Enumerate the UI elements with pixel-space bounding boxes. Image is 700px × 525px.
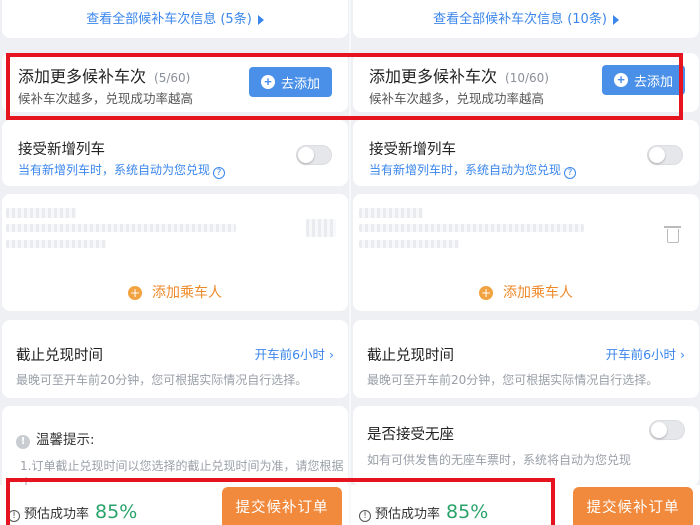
add-more-count: (10/60) (505, 71, 549, 85)
deadline-select[interactable]: 开车前6小时 › (255, 344, 334, 363)
tips-title: ! 温馨提示: (16, 428, 95, 449)
orange-plus-icon: + (128, 286, 142, 300)
add-more-title: 添加更多候补车次 (5/60) (18, 67, 191, 86)
no-seat-subtitle: 如有可供发售的无座车票时，系统将自动为您兑现 (367, 453, 632, 467)
add-more-subtitle: 候补车次越多，兑现成功率越高 (18, 91, 194, 106)
accept-new-train-subtitle: 当有新增列车时，系统自动为您兑现? (369, 161, 577, 179)
deadline-subtitle: 最晚可至开车前20分钟，您可根据实际情况自行选择。 (16, 373, 308, 387)
triangle-right-icon (257, 14, 264, 25)
bottom-bar: ! 预估成功率 85% 提交候补订单 (351, 485, 700, 525)
plus-circle-icon: + (613, 73, 628, 87)
no-seat-title: 是否接受无座 (367, 427, 454, 443)
accept-new-train-subtitle: 当有新增列车时，系统自动为您兑现? (18, 161, 226, 179)
deadline-title: 截止兑现时间 (367, 348, 454, 364)
accept-new-train-toggle[interactable] (647, 145, 683, 165)
deadline-title: 截止兑现时间 (16, 348, 103, 364)
deadline-card: 截止兑现时间 开车前6小时 › 最晚可至开车前20分钟，您可根据实际情况自行选择… (353, 320, 699, 398)
blurred-passenger-name (359, 208, 423, 218)
deadline-subtitle: 最晚可至开车前20分钟，您可根据实际情况自行选择。 (367, 373, 659, 387)
blurred-passenger-info (6, 240, 106, 248)
add-passenger-link[interactable]: + 添加乘车人 (2, 282, 348, 302)
blurred-element (306, 219, 336, 237)
add-train-button[interactable]: + 去添加 (601, 65, 685, 95)
trash-icon[interactable] (664, 226, 681, 243)
blurred-passenger-name (6, 208, 76, 218)
add-more-card: 添加更多候补车次 (10/60) 候补车次越多，兑现成功率越高 + 去添加 (353, 53, 699, 112)
success-rate-value: 85% (446, 501, 489, 523)
passenger-card: + 添加乘车人 (2, 194, 348, 311)
orange-plus-icon: + (479, 286, 493, 300)
deadline-card: 截止兑现时间 开车前6小时 › 最晚可至开车前20分钟，您可根据实际情况自行选择… (2, 320, 348, 398)
add-train-button[interactable]: + 去添加 (248, 67, 332, 97)
accept-new-train-title: 接受新增列车 (18, 142, 105, 158)
plus-circle-icon: + (260, 75, 275, 89)
submit-order-button[interactable]: 提交候补订单 (222, 487, 342, 525)
view-all-link[interactable]: 查看全部候补车次信息 (5条) (2, 10, 348, 30)
view-all-card: 查看全部候补车次信息 (10条) (353, 0, 699, 38)
success-rate: ! 预估成功率 85% (359, 501, 488, 523)
submit-order-button[interactable]: 提交候补订单 (573, 487, 693, 525)
success-rate: ! 预估成功率 85% (8, 501, 137, 523)
accept-new-train-card: 接受新增列车 当有新增列车时，系统自动为您兑现? (353, 120, 699, 186)
blurred-passenger-info (359, 240, 459, 248)
bottom-bar: ! 预估成功率 85% 提交候补订单 (0, 485, 350, 525)
view-all-link[interactable]: 查看全部候补车次信息 (10条) (353, 10, 699, 30)
accept-new-train-title: 接受新增列车 (369, 142, 456, 158)
success-rate-value: 85% (95, 501, 138, 523)
left-panel: 查看全部候补车次信息 (5条) 添加更多候补车次 (5/60) 候补车次越多，兑现… (0, 0, 350, 525)
help-icon[interactable]: ? (213, 167, 226, 179)
deadline-select[interactable]: 开车前6小时 › (606, 344, 685, 363)
right-panel: 查看全部候补车次信息 (10条) 添加更多候补车次 (10/60) 候补车次越多，… (351, 0, 700, 525)
add-more-count: (5/60) (154, 71, 191, 85)
add-more-subtitle: 候补车次越多，兑现成功率越高 (369, 91, 545, 106)
help-icon[interactable]: ? (564, 167, 577, 179)
accept-new-train-toggle[interactable] (296, 145, 332, 165)
add-passenger-link[interactable]: + 添加乘车人 (353, 282, 699, 302)
no-seat-toggle[interactable] (649, 420, 685, 440)
add-more-title: 添加更多候补车次 (10/60) (369, 67, 549, 86)
blurred-passenger-info (359, 224, 584, 232)
warning-icon[interactable]: ! (8, 510, 20, 522)
no-seat-card: 是否接受无座 如有可供发售的无座车票时，系统将自动为您兑现 (353, 406, 699, 486)
triangle-right-icon (612, 14, 619, 25)
warning-icon[interactable]: ! (359, 510, 371, 522)
view-all-card: 查看全部候补车次信息 (5条) (2, 0, 348, 38)
passenger-card: + 添加乘车人 (353, 194, 699, 311)
accept-new-train-card: 接受新增列车 当有新增列车时，系统自动为您兑现? (2, 120, 348, 186)
add-more-card: 添加更多候补车次 (5/60) 候补车次越多，兑现成功率越高 + 去添加 (2, 53, 348, 112)
blurred-passenger-info (6, 224, 236, 232)
info-icon: ! (16, 435, 30, 449)
